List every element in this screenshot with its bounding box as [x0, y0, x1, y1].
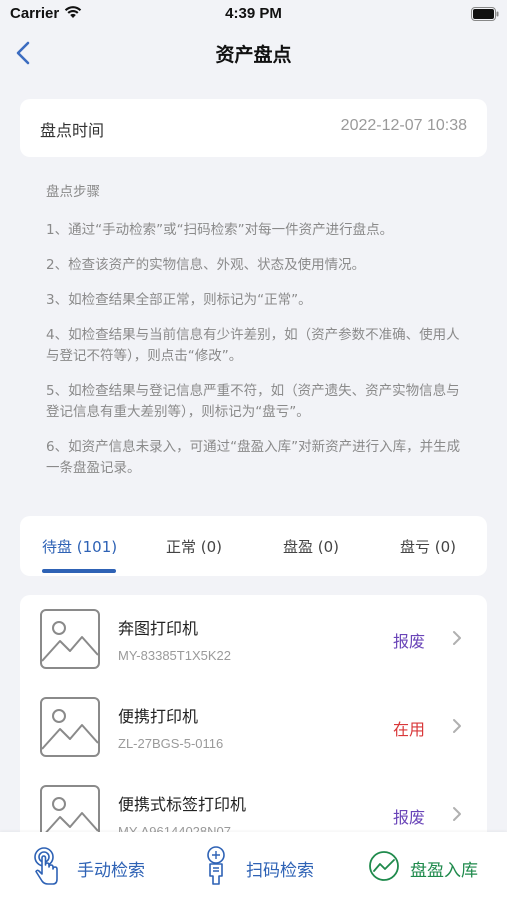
chevron-right-icon	[453, 719, 461, 733]
scan-search-button[interactable]: 扫码检索	[200, 846, 330, 886]
asset-list: 奔图打印机 MY-83385T1X5K22 报废 便携打印机 ZL-27BGS-…	[20, 595, 487, 855]
inventory-time-value: 2022-12-07 10:38	[340, 117, 467, 134]
manual-search-label: 手动检索	[77, 861, 145, 881]
page-title: 资产盘点	[215, 44, 292, 66]
image-placeholder-icon	[40, 697, 100, 757]
scan-hand-icon	[207, 846, 225, 885]
asset-name: 便携式标签打印机	[118, 795, 247, 814]
asset-row[interactable]: 奔图打印机 MY-83385T1X5K22 报废	[20, 595, 487, 683]
manual-search-button[interactable]: 手动检索	[30, 846, 160, 886]
status-bar: Carrier 4:39 PM	[0, 0, 507, 28]
step-2: 2、检查该资产的实物信息、外观、状态及使用情况。	[46, 257, 366, 273]
status-time: 4:39 PM	[225, 5, 282, 22]
active-tab-indicator	[42, 569, 116, 573]
steps-title: 盘点步骤	[46, 184, 100, 200]
inventory-time-label: 盘点时间	[40, 121, 105, 140]
steps-list: 1、通过“手动检索”或“扫码检索”对每一件资产进行盘点。 2、检查该资产的实物信…	[46, 220, 471, 493]
asset-name: 奔图打印机	[118, 619, 199, 638]
step-6: 6、如资产信息未录入，可通过“盘盈入库”对新资产进行入库，并生成一条盘盈记录。	[46, 439, 461, 476]
asset-status: 在用	[393, 720, 426, 739]
asset-name: 便携打印机	[118, 707, 199, 726]
tab-pending[interactable]: 待盘 (101)	[42, 536, 117, 557]
step-5: 5、如检查结果与登记信息严重不符，如（资产遗失、资产实物信息与登记信息有重大差别…	[46, 383, 460, 420]
scan-search-label: 扫码检索	[246, 861, 314, 881]
bottom-action-bar: 手动检索 扫码检索 盘盈入库	[0, 832, 507, 900]
inventory-time-card: 盘点时间 2022-12-07 10:38	[20, 99, 487, 157]
status-tabs: 待盘 (101) 正常 (0) 盘盈 (0) 盘亏 (0)	[20, 516, 487, 576]
step-1: 1、通过“手动检索”或“扫码检索”对每一件资产进行盘点。	[46, 222, 394, 238]
step-4: 4、如检查结果与当前信息有少许差别，如（资产参数不准确、使用人与登记不符等），则…	[46, 327, 460, 364]
tab-normal[interactable]: 正常 (0)	[166, 536, 222, 557]
nav-bar: 资产盘点	[0, 28, 507, 78]
tab-surplus[interactable]: 盘盈 (0)	[283, 536, 339, 557]
trend-chart-icon	[369, 851, 399, 881]
chevron-right-icon	[453, 807, 461, 821]
tab-loss[interactable]: 盘亏 (0)	[400, 536, 456, 557]
asset-code: ZL-27BGS-5-0116	[118, 736, 224, 751]
step-3: 3、如检查结果全部正常，则标记为“正常”。	[46, 292, 312, 308]
asset-status: 报废	[393, 632, 426, 651]
asset-row[interactable]: 便携打印机 ZL-27BGS-5-0116 在用	[20, 683, 487, 771]
battery-icon	[471, 7, 499, 21]
asset-status: 报废	[393, 808, 426, 827]
tap-hand-icon	[34, 847, 58, 885]
image-placeholder-icon	[40, 609, 100, 669]
chevron-right-icon	[453, 631, 461, 645]
surplus-in-button[interactable]: 盘盈入库	[368, 846, 498, 886]
surplus-in-label: 盘盈入库	[410, 861, 478, 881]
asset-code: MY-83385T1X5K22	[118, 648, 231, 663]
